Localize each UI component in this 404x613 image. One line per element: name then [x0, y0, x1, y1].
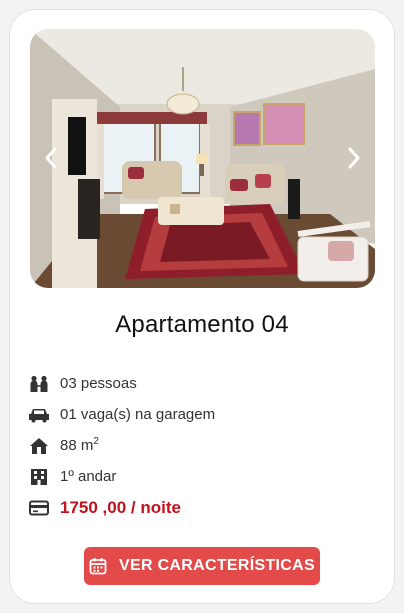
- feature-parking-text: 01 vaga(s) na garagem: [60, 406, 216, 423]
- gallery-prev-button[interactable]: [38, 141, 64, 175]
- car-icon: [28, 404, 50, 426]
- feature-area-value: 88 m: [60, 437, 94, 454]
- photo-gallery[interactable]: [30, 29, 375, 288]
- building-icon: [28, 466, 50, 488]
- feature-price-text: 1750 ,00 / noite: [60, 497, 181, 517]
- feature-price: 1750 ,00 / noite: [28, 492, 368, 523]
- listing-photo: [30, 29, 375, 288]
- view-features-button[interactable]: VER CARACTERÍSTICAS: [84, 547, 320, 585]
- gallery-next-button[interactable]: [341, 141, 367, 175]
- calendar-icon: [89, 557, 107, 575]
- feature-parking: 01 vaga(s) na garagem: [28, 399, 368, 430]
- listing-card: Apartamento 04 03 pessoas 01 vaga(s) na …: [9, 9, 395, 604]
- feature-floor: 1º andar: [28, 461, 368, 492]
- feature-floor-text: 1º andar: [60, 468, 117, 485]
- chevron-left-icon: [44, 147, 58, 169]
- chevron-right-icon: [347, 147, 361, 169]
- feature-area-unit-exponent: 2: [93, 436, 99, 447]
- feature-capacity: 03 pessoas: [28, 368, 368, 399]
- view-features-label: VER CARACTERÍSTICAS: [119, 557, 315, 574]
- card-icon: [28, 497, 50, 519]
- feature-area-text: 88 m2: [60, 436, 99, 455]
- features-list: 03 pessoas 01 vaga(s) na garagem 88 m2 1…: [28, 368, 368, 523]
- people-icon: [28, 373, 50, 395]
- house-icon: [28, 435, 50, 457]
- feature-area: 88 m2: [28, 430, 368, 461]
- listing-title: Apartamento 04: [115, 311, 289, 338]
- feature-capacity-text: 03 pessoas: [60, 375, 137, 392]
